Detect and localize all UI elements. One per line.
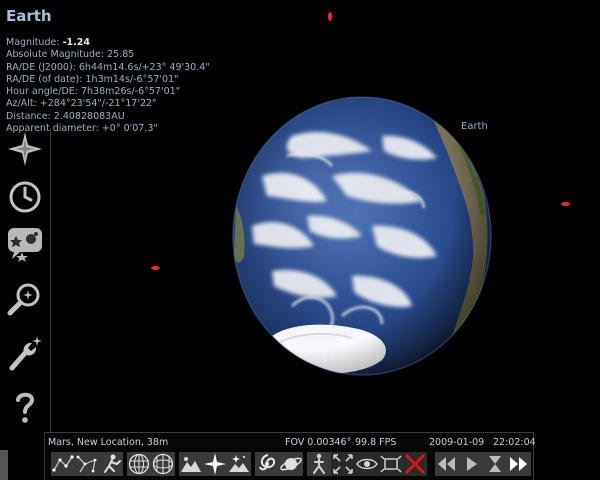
info-row-ra-de-j2000: RA/DE (J2000): 6h44m14.6s/+23° 49'30.4": [6, 62, 210, 74]
info-label: Az/Alt:: [6, 98, 37, 110]
left-toolbar: [0, 128, 51, 434]
info-row-magnitude: Magnitude: -1.24: [6, 37, 210, 49]
wrench-icon: [9, 336, 42, 371]
info-row-hour-angle: Hour angle/DE: 7h38m26s/-6°57'01": [6, 86, 210, 98]
bottom-toolbar: Mars, New Location, 38m FOV 0.00346° 99.…: [44, 432, 536, 480]
real-time-speed-button[interactable]: [459, 452, 483, 476]
fast-forward-icon: [510, 457, 527, 471]
earth-globe-image: [232, 96, 492, 376]
info-value: +284°23'54"/-21°17'22": [39, 98, 157, 110]
clock-icon: [9, 181, 41, 213]
info-label: RA/DE (of date):: [6, 73, 83, 85]
info-value: 25.85: [107, 49, 135, 61]
info-label: Hour angle/DE:: [6, 86, 78, 98]
cardinal-points-icon: [204, 453, 226, 475]
full-screen-button[interactable]: [379, 452, 403, 476]
nebula-icon: [259, 454, 276, 471]
magnifier-icon: [7, 283, 40, 316]
info-value: 7h38m26s/-6°57'01": [81, 86, 181, 98]
info-row-absolute-magnitude: Absolute Magnitude: 25.85: [6, 49, 210, 61]
current-time-button[interactable]: [483, 452, 507, 476]
azimuthal-grid-icon: [152, 453, 174, 475]
sky-view[interactable]: Earth Magnitude: -1.24 Absolute Magnitud…: [0, 0, 600, 480]
help-window-button[interactable]: [6, 388, 44, 426]
info-row-distance: Distance: 2.40828083AU: [6, 111, 210, 123]
hourglass-icon: [489, 456, 501, 472]
search-window-button[interactable]: [6, 280, 44, 318]
azimuthal-grid-button[interactable]: [151, 452, 175, 476]
sky-object-red[interactable]: [151, 266, 160, 270]
status-bar: Mars, New Location, 38m FOV 0.00346° 99.…: [45, 435, 536, 449]
constellation-lines-button[interactable]: [51, 452, 75, 476]
planet-label: Earth: [461, 121, 488, 132]
planet-icon: [280, 457, 302, 471]
configuration-window-button[interactable]: [6, 334, 44, 372]
equatorial-mount-button[interactable]: [307, 452, 331, 476]
quit-button[interactable]: [403, 452, 427, 476]
corner-decoration: [0, 450, 8, 480]
location-text: Mars, New Location, 38m: [48, 437, 169, 448]
info-label: Distance:: [6, 110, 51, 122]
ground-icon: [181, 457, 201, 472]
constellation-labels-button[interactable]: [75, 452, 99, 476]
earth-planet[interactable]: [232, 96, 492, 376]
compass-star-icon: [8, 132, 42, 166]
object-info-panel: Earth Magnitude: -1.24 Absolute Magnitud…: [6, 6, 210, 135]
info-label: RA/DE (J2000):: [6, 61, 76, 73]
constellation-art-button[interactable]: [99, 452, 123, 476]
atmosphere-button[interactable]: [227, 452, 251, 476]
date-time-window-button[interactable]: [6, 178, 44, 216]
planet-labels-button[interactable]: [279, 452, 303, 476]
center-on-selected-button[interactable]: [331, 452, 355, 476]
sky-options-icon: [8, 228, 42, 262]
sky-view-options-button[interactable]: [6, 224, 44, 262]
increase-time-speed-button[interactable]: [507, 452, 531, 476]
info-label: Apparent diameter:: [6, 123, 99, 135]
info-row-apparent-diameter: Apparent diameter: +0° 0'07.3": [6, 123, 210, 135]
nebulae-button[interactable]: [255, 452, 279, 476]
time-text: 22:02:04: [493, 437, 536, 448]
sky-object-red[interactable]: [561, 202, 570, 206]
constellation-art-icon: [104, 454, 121, 473]
info-label: Magnitude:: [6, 37, 60, 48]
mount-icon: [313, 453, 325, 474]
close-x-icon: [405, 454, 425, 474]
toolbar-buttons: [51, 452, 531, 478]
object-name: Earth: [6, 7, 52, 25]
question-mark-icon: [16, 392, 35, 423]
info-value: +0° 0'07.3": [101, 123, 158, 135]
rewind-icon: [438, 457, 455, 471]
info-row-az-alt: Az/Alt: +284°23'54"/-21°17'22": [6, 98, 210, 110]
date-text: 2009-01-09: [429, 437, 485, 448]
constellation-labels-icon: [76, 455, 97, 473]
center-icon: [333, 454, 353, 474]
fullscreen-icon: [380, 455, 402, 473]
equatorial-grid-icon: [128, 453, 150, 475]
location-window-button[interactable]: [6, 130, 44, 168]
info-value: -1.24: [62, 37, 90, 48]
sky-object-red[interactable]: [328, 12, 332, 21]
night-mode-button[interactable]: [355, 452, 379, 476]
ground-button[interactable]: [179, 452, 203, 476]
info-value: 2.40828083AU: [53, 110, 125, 122]
info-value: 1h3m14s/-6°57'01": [85, 73, 179, 85]
info-value: 6h44m14.6s/+23° 49'30.4": [78, 61, 210, 73]
decrease-time-speed-button[interactable]: [435, 452, 459, 476]
play-icon: [467, 457, 477, 471]
constellation-lines-icon: [52, 455, 74, 472]
equatorial-grid-button[interactable]: [127, 452, 151, 476]
atmosphere-icon: [229, 455, 249, 472]
cardinal-points-button[interactable]: [203, 452, 227, 476]
info-label: Absolute Magnitude:: [6, 49, 105, 61]
fps-text: 99.8 FPS: [355, 437, 397, 448]
fov-text: FOV 0.00346°: [285, 437, 352, 448]
info-row-ra-de-of-date: RA/DE (of date): 1h3m14s/-6°57'01": [6, 74, 210, 86]
eye-icon: [356, 458, 378, 470]
